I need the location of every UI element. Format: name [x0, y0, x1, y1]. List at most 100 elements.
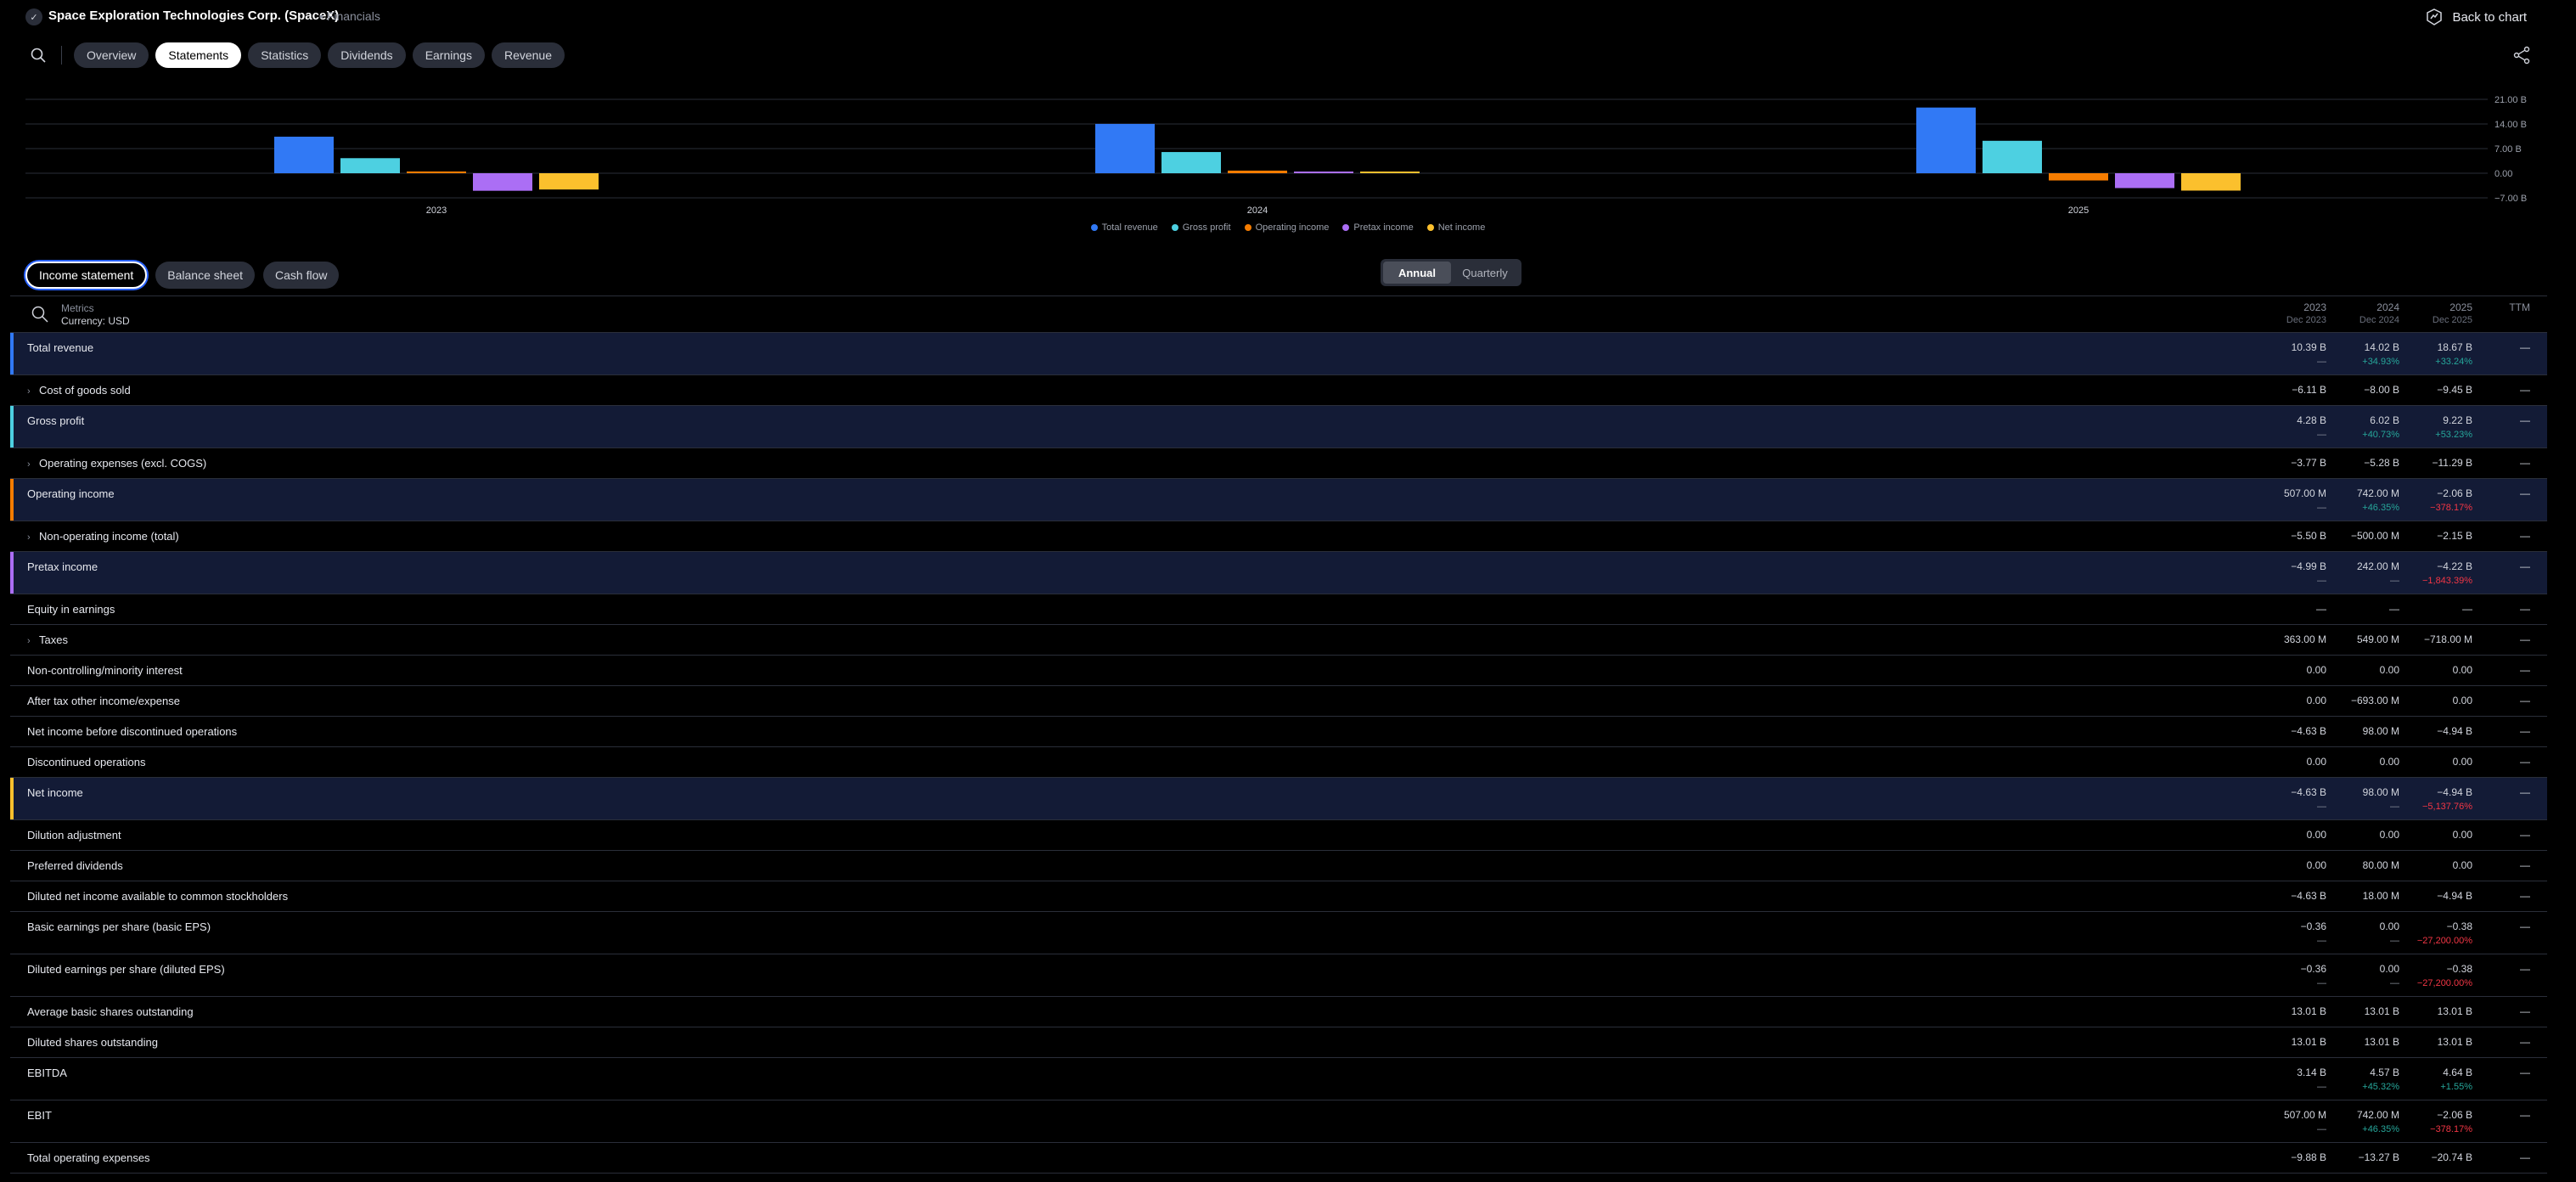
bar-total-revenue[interactable]: [274, 136, 334, 173]
bar-net-income[interactable]: [2181, 173, 2241, 191]
bar-operating-income[interactable]: [2049, 173, 2108, 181]
row-value-cell: −8.00 B: [2323, 384, 2399, 396]
table-row[interactable]: › Operating expenses (excl. COGS) −3.77 B −…: [10, 448, 2547, 479]
tab-statistics[interactable]: Statistics: [248, 42, 322, 68]
value-text: 98.00 M: [2362, 725, 2399, 737]
change-percent: —: [2317, 802, 2326, 812]
ttm-value: —: [2520, 1109, 2530, 1121]
chevron-right-icon[interactable]: ›: [27, 636, 39, 646]
bar-gross-profit[interactable]: [1983, 140, 2042, 173]
row-label-text: Discontinued operations: [27, 756, 146, 768]
quarterly-button[interactable]: Quarterly: [1451, 262, 1519, 284]
value-text: 0.00: [2452, 695, 2472, 706]
ttm-value: —: [2520, 1067, 2530, 1078]
column-date: Dec 2024: [2359, 315, 2399, 325]
tab-cash-flow[interactable]: Cash flow: [263, 262, 340, 289]
chevron-right-icon[interactable]: ›: [27, 532, 39, 543]
row-value-cell: −5.50 B: [2250, 530, 2326, 542]
value-text: −4.63 B: [2291, 725, 2326, 737]
ttm-value: —: [2520, 890, 2530, 902]
tab-dividends[interactable]: Dividends: [328, 42, 406, 68]
tab-revenue[interactable]: Revenue: [491, 42, 565, 68]
bar-operating-income[interactable]: [1228, 170, 1287, 173]
metrics-search-icon[interactable]: [31, 305, 49, 324]
table-row[interactable]: After tax other income/expense 0.00 −693.0…: [10, 686, 2547, 717]
value-text: 13.01 B: [2291, 1005, 2326, 1017]
row-value-cell: −4.63 B —: [2250, 786, 2326, 812]
search-button[interactable]: [24, 41, 53, 70]
bar-total-revenue[interactable]: [1916, 107, 1976, 173]
table-row[interactable]: Pretax income −4.99 B — 242.00 M — −4.22 B −1,…: [10, 552, 2547, 594]
legend-label: Gross profit: [1182, 222, 1231, 233]
table-row[interactable]: Gross profit 4.28 B — 6.02 B +40.73% 9.22 B +5…: [10, 406, 2547, 448]
ttm-value: —: [2520, 725, 2530, 737]
table-row[interactable]: Diluted shares outstanding 13.01 B 13.01 B…: [10, 1027, 2547, 1058]
table-row[interactable]: Non-controlling/minority interest 0.00 0.0…: [10, 656, 2547, 686]
table-row[interactable]: Discontinued operations 0.00 0.00 0.00—: [10, 747, 2547, 778]
row-label-text: Pretax income: [27, 560, 98, 573]
table-row[interactable]: Total revenue 10.39 B —14.02 B +34.93% 18.67…: [10, 333, 2547, 375]
bar-total-revenue[interactable]: [1095, 123, 1155, 173]
table-row[interactable]: Equity in earnings — — — —: [10, 594, 2547, 625]
bar-pretax-income[interactable]: [2115, 173, 2174, 189]
row-value-cell: 0.00: [2250, 859, 2326, 871]
row-value-cell: −0.36—: [2250, 920, 2326, 946]
ttm-value: —: [2520, 560, 2530, 572]
legend-item[interactable]: Gross profit: [1171, 222, 1231, 233]
annual-button[interactable]: Annual: [1383, 262, 1451, 284]
column-date: Dec 2025: [2432, 315, 2472, 325]
change-percent: −5,137.76%: [2421, 802, 2472, 812]
bar-net-income[interactable]: [1360, 172, 1420, 173]
legend-item[interactable]: Pretax income: [1342, 222, 1414, 233]
tab-balance-sheet[interactable]: Balance sheet: [155, 262, 256, 289]
change-percent: −27,200.00%: [2416, 978, 2472, 988]
legend-item[interactable]: Net income: [1426, 222, 1485, 233]
table-row[interactable]: Diluted net income available to common s…: [10, 881, 2547, 912]
table-row[interactable]: Operating income 507.00 M — 742.00 M +46.35%…: [10, 479, 2547, 521]
table-row[interactable]: Dilution adjustment 0.00 0.00 0.00—: [10, 820, 2547, 851]
tab-earnings[interactable]: Earnings: [412, 42, 485, 68]
table-row[interactable]: Average basic shares outstanding 13.01 B 1…: [10, 997, 2547, 1027]
table-row[interactable]: › Taxes 363.00 M 549.00 M −718.00 M —: [10, 625, 2547, 656]
column-date: Dec 2023: [2286, 315, 2326, 325]
table-row[interactable]: Total operating expenses −9.88 B −13.27 B −…: [10, 1143, 2547, 1174]
top-header: ✓ Space Exploration Technologies Corp. (…: [0, 0, 2576, 34]
legend-item[interactable]: Operating income: [1244, 222, 1329, 233]
table-row[interactable]: Preferred dividends 0.00 80.00 M 0.00 —: [10, 851, 2547, 881]
change-percent: —: [2390, 978, 2399, 988]
row-value-cell: 13.01 B: [2396, 1036, 2472, 1048]
ttm-value: —: [2520, 603, 2530, 615]
legend-item[interactable]: Total revenue: [1090, 222, 1158, 233]
row-value-cell: −2.06 B −378.17%: [2396, 1109, 2472, 1134]
table-row[interactable]: Net income −4.63 B — 98.00 M — −4.94 B −5,137.…: [10, 778, 2547, 820]
bar-operating-income[interactable]: [407, 171, 466, 173]
bar-net-income[interactable]: [539, 173, 599, 190]
row-label: Net income before discontinued operation…: [27, 725, 237, 738]
bar-pretax-income[interactable]: [473, 173, 532, 191]
tab-overview[interactable]: Overview: [74, 42, 149, 68]
table-row[interactable]: Basic earnings per share (basic EPS) −0.3…: [10, 912, 2547, 954]
tab-statements[interactable]: Statements: [155, 42, 242, 68]
back-to-chart-button[interactable]: Back to chart: [2425, 8, 2527, 26]
tab-income-statement[interactable]: Income statement: [25, 262, 148, 289]
search-icon: [31, 48, 46, 63]
table-row[interactable]: EBITDA 3.14 B — 4.57 B +45.32% 4.64 B +1.55% —: [10, 1058, 2547, 1100]
bar-gross-profit[interactable]: [340, 158, 400, 173]
share-icon[interactable]: [2511, 45, 2532, 65]
change-percent: −1,843.39%: [2421, 576, 2472, 586]
value-text: −0.38: [2446, 920, 2472, 932]
bar-pretax-income[interactable]: [1294, 172, 1353, 173]
chevron-right-icon[interactable]: ›: [27, 459, 39, 470]
row-label-text: Taxes: [39, 633, 68, 646]
table-row[interactable]: Diluted earnings per share (diluted EPS)…: [10, 954, 2547, 997]
table-row[interactable]: › Cost of goods sold −6.11 B −8.00 B −9.45 B…: [10, 375, 2547, 406]
table-row[interactable]: EBIT 507.00 M — 742.00 M +46.35% −2.06 B −378.…: [10, 1100, 2547, 1143]
value-text: −718.00 M: [2423, 633, 2472, 645]
change-percent: +34.93%: [2362, 357, 2399, 367]
table-row[interactable]: › Non-operating income (total) −5.50 B −500…: [10, 521, 2547, 552]
row-value-cell: −693.00 M: [2323, 695, 2399, 706]
bar-gross-profit[interactable]: [1161, 152, 1221, 173]
chevron-right-icon[interactable]: ›: [27, 386, 39, 397]
row-label: › Non-operating income (total): [27, 530, 179, 543]
table-row[interactable]: Net income before discontinued operation…: [10, 717, 2547, 747]
